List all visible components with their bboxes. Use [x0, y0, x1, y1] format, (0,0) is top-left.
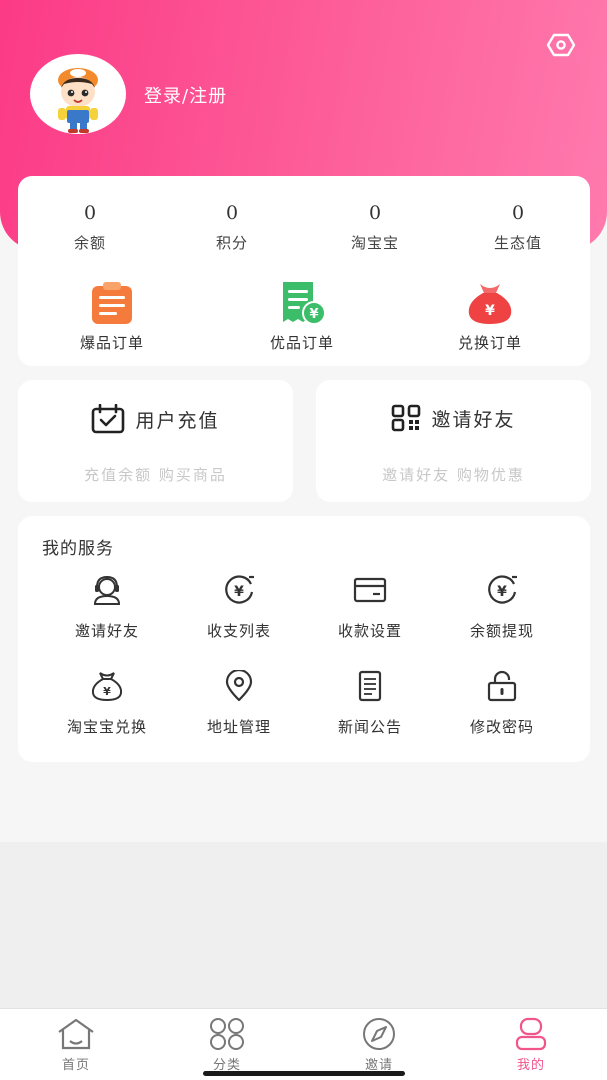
- stat-balance[interactable]: 0 余额: [40, 202, 140, 253]
- order-label: 爆品订单: [79, 334, 144, 352]
- svg-text:¥: ¥: [309, 307, 318, 322]
- stat-label: 余额: [73, 234, 106, 252]
- yen-coin-icon: ¥: [225, 575, 254, 604]
- login-register-link[interactable]: 登录/注册: [144, 82, 227, 108]
- service-news[interactable]: 新闻公告: [310, 670, 430, 737]
- stat-label: 生态值: [493, 234, 542, 252]
- stat-value: 0: [511, 202, 525, 224]
- yen-bag-icon: ¥: [91, 672, 123, 702]
- service-label: 地址管理: [206, 718, 271, 736]
- yen-coin-icon: ¥: [488, 575, 517, 604]
- home-indicator: [203, 1071, 405, 1076]
- order-label: 兑换订单: [457, 334, 522, 352]
- tab-category[interactable]: 分类: [172, 1017, 282, 1073]
- tab-label: 首页: [61, 1058, 90, 1073]
- stat-taobaobao[interactable]: 0 淘宝宝: [325, 202, 425, 253]
- clipboard-icon: [92, 282, 132, 324]
- money-bag-icon: ¥: [468, 284, 512, 324]
- category-icon: [210, 1018, 244, 1050]
- stats-card: 0 余额 0 积分 0 淘宝宝 0 生态值 爆品订单 ¥ 优品订单 ¥ 兑换订单: [18, 176, 590, 366]
- tab-label: 我的: [516, 1058, 545, 1073]
- service-change-password[interactable]: 修改密码: [442, 670, 562, 737]
- service-address[interactable]: 地址管理: [179, 670, 299, 737]
- stat-value: 0: [225, 202, 239, 224]
- services-card: 我的服务 邀请好友 ¥ 收支列表 收款设置 ¥ 余额提现 ¥ 淘宝宝兑换 地址管…: [18, 516, 590, 762]
- avatar[interactable]: [30, 54, 126, 134]
- qrcode-icon: [392, 404, 421, 432]
- settings-button[interactable]: [543, 30, 579, 60]
- service-invite-friends[interactable]: 邀请好友: [47, 574, 167, 641]
- service-label: 收款设置: [337, 622, 402, 640]
- recharge-title: 用户充值: [135, 409, 220, 432]
- service-label: 新闻公告: [337, 718, 402, 736]
- avatar-cartoon-boy: [58, 68, 98, 133]
- tab-bar: 首页 分类 邀请 我的: [0, 1008, 607, 1080]
- service-withdraw[interactable]: ¥ 余额提现: [442, 574, 562, 641]
- order-exchange[interactable]: ¥ 兑换订单: [425, 280, 555, 353]
- stat-value: 0: [368, 202, 382, 224]
- recharge-subtitle: 充值余额 购买商品: [84, 466, 227, 484]
- tab-invite[interactable]: 邀请: [324, 1017, 434, 1073]
- services-title: 我的服务: [42, 539, 114, 559]
- svg-text:¥: ¥: [234, 584, 244, 600]
- service-label: 邀请好友: [74, 622, 139, 640]
- invite-card[interactable]: 邀请好友 邀请好友 购物优惠: [316, 380, 591, 502]
- stat-label: 淘宝宝: [350, 234, 399, 252]
- svg-text:¥: ¥: [485, 303, 495, 319]
- service-taobaobao-exchange[interactable]: ¥ 淘宝宝兑换: [47, 670, 167, 737]
- order-label: 优品订单: [269, 334, 334, 352]
- service-label: 修改密码: [469, 718, 534, 736]
- service-label: 收支列表: [206, 622, 271, 640]
- service-label: 余额提现: [469, 622, 534, 640]
- svg-text:¥: ¥: [497, 584, 507, 600]
- card-icon: [353, 577, 387, 603]
- tab-mine[interactable]: 我的: [476, 1017, 586, 1073]
- stat-value: 0: [83, 202, 97, 224]
- recharge-card[interactable]: 用户充值 充值余额 购买商品: [18, 380, 293, 502]
- calendar-check-icon: [92, 404, 125, 434]
- empty-area: [0, 842, 607, 1008]
- lock-icon: [487, 670, 517, 702]
- stat-label: 积分: [215, 234, 248, 252]
- service-payment-settings[interactable]: 收款设置: [310, 574, 430, 641]
- user-icon: [515, 1017, 547, 1051]
- settings-icon: [546, 33, 576, 57]
- tab-home[interactable]: 首页: [21, 1017, 131, 1073]
- home-icon: [58, 1018, 94, 1050]
- compass-icon: [363, 1018, 395, 1050]
- order-quality[interactable]: ¥ 优品订单: [237, 280, 367, 353]
- document-icon: [358, 670, 382, 702]
- service-income-list[interactable]: ¥ 收支列表: [179, 574, 299, 641]
- location-pin-icon: [225, 670, 253, 702]
- stat-ecology[interactable]: 0 生态值: [468, 202, 568, 253]
- invite-title: 邀请好友: [431, 408, 516, 431]
- receipt-yen-icon: ¥: [283, 282, 326, 325]
- order-hot[interactable]: 爆品订单: [47, 280, 177, 353]
- headset-user-icon: [93, 575, 121, 605]
- service-label: 淘宝宝兑换: [66, 718, 147, 736]
- invite-subtitle: 邀请好友 购物优惠: [382, 466, 525, 484]
- stat-points[interactable]: 0 积分: [182, 202, 282, 253]
- svg-text:¥: ¥: [103, 685, 111, 698]
